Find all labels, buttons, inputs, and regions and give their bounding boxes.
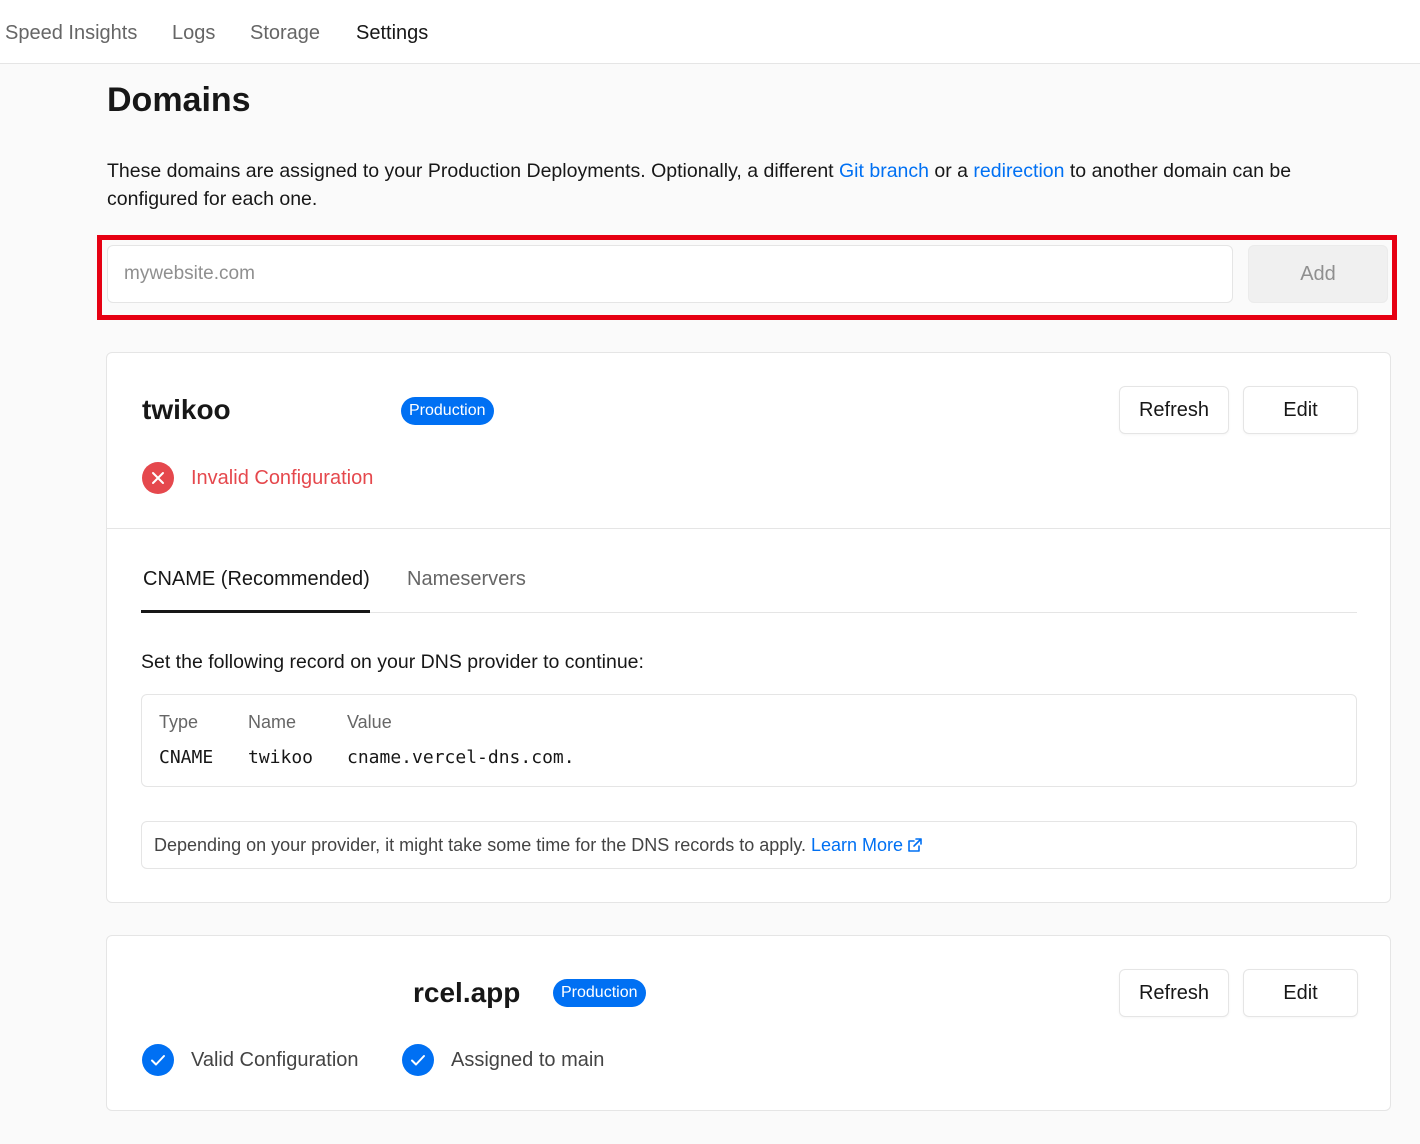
dns-header-name: Name — [248, 712, 297, 732]
domain-card: twikoo Production Refresh Edit Invalid C… — [106, 352, 1391, 903]
learn-more-link[interactable]: Learn More — [811, 835, 923, 855]
git-branch-link[interactable]: Git branch — [839, 160, 929, 182]
status-invalid-configuration: Invalid Configuration — [191, 467, 374, 489]
dns-instruction: Set the following record on your DNS pro… — [141, 651, 644, 673]
edit-button[interactable]: Edit — [1243, 969, 1358, 1017]
note-text: Depending on your provider, it might tak… — [154, 835, 806, 855]
dns-record-table: Type Name Value CNAME twikoo cname.verce… — [141, 694, 1357, 787]
check-circle-icon — [402, 1044, 434, 1076]
external-link-icon — [908, 838, 922, 852]
card-divider — [107, 528, 1390, 529]
redirection-link[interactable]: redirection — [973, 160, 1064, 182]
tab-settings[interactable]: Settings — [356, 20, 428, 46]
x-circle-icon — [142, 462, 174, 494]
production-badge: Production — [553, 979, 646, 1007]
dns-propagation-note: Depending on your provider, it might tak… — [141, 821, 1357, 869]
refresh-button[interactable]: Refresh — [1119, 969, 1229, 1017]
status-valid-configuration: Valid Configuration — [191, 1049, 359, 1071]
dns-record-name: twikoo — [248, 747, 314, 768]
intro-text-start: These domains are assigned to your Produ… — [107, 160, 840, 182]
domain-name[interactable]: rcel.app — [413, 976, 520, 1010]
tab-storage[interactable]: Storage — [250, 20, 320, 46]
status-assigned-branch: Assigned to main — [451, 1049, 605, 1071]
production-badge: Production — [401, 397, 494, 425]
tab-nameservers[interactable]: Nameservers — [407, 566, 526, 592]
dns-header-type: Type — [159, 712, 199, 732]
intro-text-middle: or a — [928, 160, 974, 182]
page-title: Domains — [107, 81, 251, 119]
add-domain-button[interactable]: Add — [1248, 245, 1388, 303]
top-navigation: Speed Insights Logs Storage Settings — [0, 0, 1420, 64]
learn-more-label: Learn More — [811, 835, 904, 855]
dns-record-value[interactable]: cname.vercel-dns.com. — [347, 746, 575, 770]
dns-record-type: CNAME — [159, 747, 214, 768]
tab-cname[interactable]: CNAME (Recommended) — [143, 566, 370, 592]
active-tab-indicator — [141, 610, 370, 613]
domain-name[interactable]: twikoo — [142, 393, 231, 427]
domain-card: rcel.app Production Refresh Edit Valid C… — [106, 935, 1391, 1111]
refresh-button[interactable]: Refresh — [1119, 386, 1229, 434]
dns-header-value: Value — [347, 712, 392, 732]
domain-input[interactable] — [107, 245, 1233, 303]
check-circle-icon — [142, 1044, 174, 1076]
tab-speed-insights[interactable]: Speed Insights — [5, 20, 137, 46]
tab-logs[interactable]: Logs — [172, 20, 215, 46]
edit-button[interactable]: Edit — [1243, 386, 1358, 434]
page-intro: These domains are assigned to your Produ… — [107, 157, 1357, 213]
